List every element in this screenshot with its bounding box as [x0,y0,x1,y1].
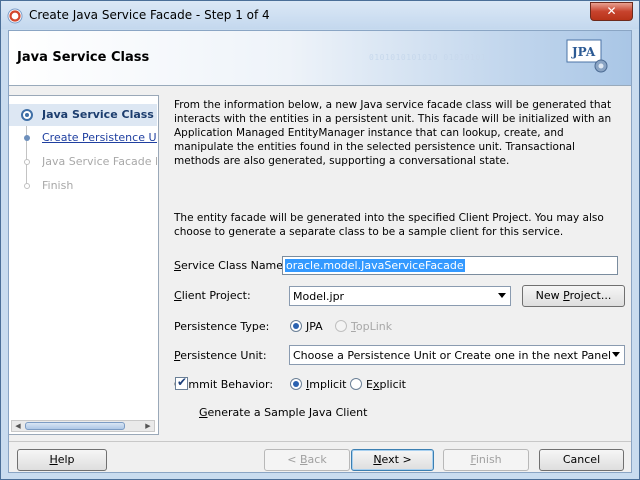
title-bar[interactable]: Create Java Service Facade - Step 1 of 4… [1,1,639,29]
chevron-down-icon [612,352,620,357]
wizard-header: Java Service Class 0101010101010 0101010… [9,31,631,86]
help-button[interactable]: Help [17,449,107,471]
generate-sample-client-label: Generate a Sample Java Client [199,406,368,419]
checkmark-icon: ✔ [177,375,188,389]
step-label: Finish [42,179,74,192]
step-java-service-class[interactable]: Java Service Class [9,104,157,126]
close-button[interactable]: ✕ [590,2,633,21]
jpa-radio[interactable] [290,320,302,332]
persistence-unit-label: Persistence Unit: [174,349,267,362]
app-icon [7,8,23,24]
client-project-value: Model.jpr [293,290,345,303]
step-label: Java Service Class [42,108,154,121]
jpa-logo-icon: JPA [566,39,608,73]
back-button: < Back [264,449,350,471]
service-class-name-label: Service Class Name: [174,259,287,272]
jpa-logo-text: JPA [571,45,596,59]
implicit-radio-label: Implicit [306,378,347,391]
next-button[interactable]: Next > [351,449,434,471]
step-dot-icon [24,183,30,189]
implicit-radio[interactable] [290,378,302,390]
service-class-name-input[interactable]: oracle.model.JavaServiceFacade [282,256,618,275]
scroll-left-icon[interactable]: ◀ [12,421,24,431]
explicit-radio-label: Explicit [366,378,406,391]
explicit-radio[interactable] [350,378,362,390]
step-dot-icon [24,135,30,141]
header-decoration: 0101010101010 01010101 [369,53,486,62]
step-finish: Finish [9,175,157,197]
description-text-2: The entity facade will be generated into… [174,212,604,238]
page-title: Java Service Class [17,50,150,65]
window-title: Create Java Service Facade - Step 1 of 4 [29,8,270,22]
description-text: From the information below, a new Java s… [174,99,612,167]
footer-separator [9,441,631,442]
toplink-radio-label: TopLink [351,320,393,333]
step-label: Create Persistence Unit [42,131,157,144]
cancel-button[interactable]: Cancel [539,449,624,471]
step-java-service-facade-methods: Java Service Facade Me [9,151,157,173]
jpa-radio-label: JPA [306,320,323,333]
persistence-unit-select[interactable]: Choose a Persistence Unit or Create one … [289,345,625,365]
scroll-right-icon[interactable]: ▶ [142,421,154,431]
current-step-icon [21,109,33,121]
wizard-steps-panel: Java Service Class Create Persistence Un… [9,95,159,435]
step-label: Java Service Facade Me [42,155,157,168]
new-project-button[interactable]: New Project... [522,285,625,307]
step-dot-icon [24,159,30,165]
main-panel: From the information below, a new Java s… [159,86,631,441]
persistence-unit-value: Choose a Persistence Unit or Create one … [293,349,612,362]
dialog-client: Java Service Class 0101010101010 0101010… [8,30,632,473]
client-project-select[interactable]: Model.jpr [289,286,511,306]
chevron-down-icon [498,293,506,298]
commit-behavior-label: Commit Behavior: [174,378,274,391]
scrollbar-thumb[interactable] [25,422,125,430]
dialog-window: Create Java Service Facade - Step 1 of 4… [0,0,640,480]
persistence-type-label: Persistence Type: [174,320,270,333]
generate-sample-client-checkbox[interactable]: ✔ [175,375,188,390]
finish-button: Finish [443,449,529,471]
service-class-name-value: oracle.model.JavaServiceFacade [285,259,465,272]
step-create-persistence-unit[interactable]: Create Persistence Unit [9,127,157,149]
client-project-label: Client Project: [174,289,251,302]
toplink-radio [335,320,347,332]
horizontal-scrollbar[interactable]: ◀ ▶ [11,420,155,432]
